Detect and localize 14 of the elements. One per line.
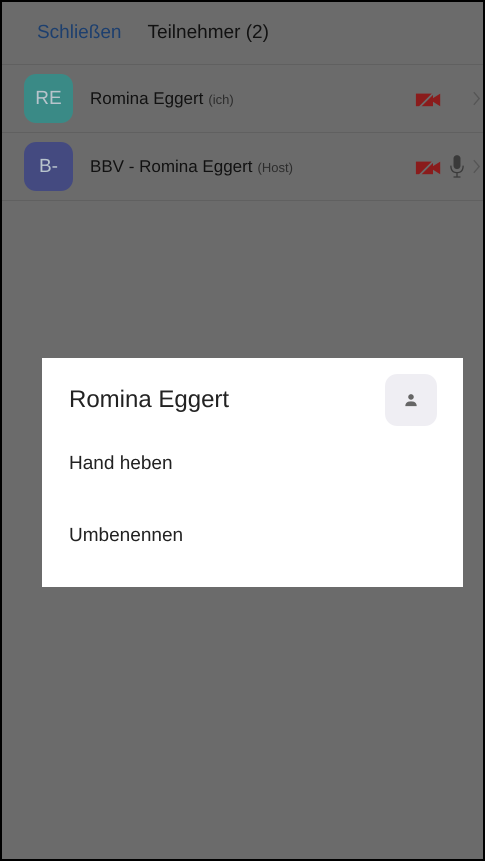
dialog-title: Romina Eggert	[69, 386, 230, 414]
avatar: B-	[24, 142, 73, 191]
participant-row[interactable]: B- BBV - Romina Eggert (Host)	[2, 133, 483, 201]
menu-item[interactable]: Umbenennen	[69, 500, 437, 572]
participant-row[interactable]: RE Romina Eggert (ich)	[2, 65, 483, 133]
participant-name: Romina Eggert	[90, 88, 204, 108]
participant-role: (Host)	[258, 160, 293, 174]
profile-button[interactable]	[385, 374, 437, 426]
menu-item[interactable]: Hand heben	[69, 428, 437, 500]
avatar: RE	[24, 74, 73, 123]
participant-role: (ich)	[208, 92, 234, 106]
screen-title: Teilnehmer (2)	[148, 22, 269, 44]
participant-name: BBV - Romina Eggert	[90, 156, 253, 176]
person-icon	[404, 393, 418, 407]
